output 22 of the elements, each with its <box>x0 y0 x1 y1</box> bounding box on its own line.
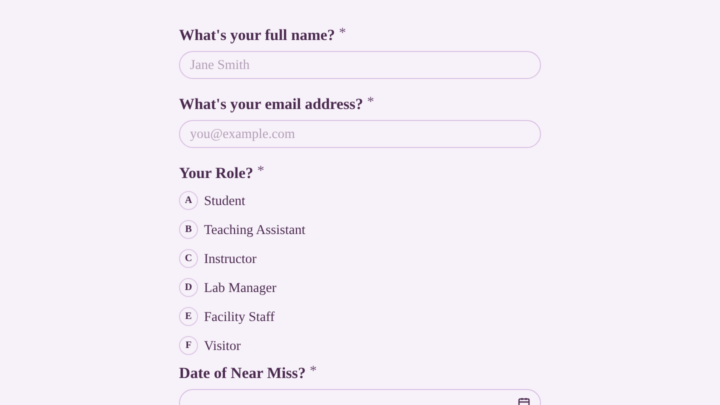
required-mark: * <box>310 365 317 379</box>
choice-option[interactable]: F Visitor <box>179 336 241 355</box>
choice-option[interactable]: C Instructor <box>179 249 256 268</box>
option-key: B <box>179 220 198 239</box>
option-key: D <box>179 278 198 297</box>
text-field[interactable]: Jane Smith <box>179 51 541 79</box>
text-field[interactable]: you@example.com <box>179 120 541 148</box>
choice-option[interactable]: B Teaching Assistant <box>179 220 306 239</box>
required-mark: * <box>367 96 374 110</box>
required-mark: * <box>339 27 346 41</box>
option-key: E <box>179 307 198 326</box>
choice-option[interactable]: E Facility Staff <box>179 307 275 326</box>
question-label: Date of Near Miss? <box>179 365 306 383</box>
option-key: A <box>179 191 198 210</box>
required-mark: * <box>257 165 264 179</box>
question-label: What's your email address? <box>179 96 364 114</box>
option-key: F <box>179 336 198 355</box>
question-label: Your Role? <box>179 165 254 183</box>
choice-option[interactable]: D Lab Manager <box>179 278 276 297</box>
choice-option[interactable]: A Student <box>179 191 246 210</box>
question-label: What's your full name? <box>179 27 336 45</box>
option-key: C <box>179 249 198 268</box>
